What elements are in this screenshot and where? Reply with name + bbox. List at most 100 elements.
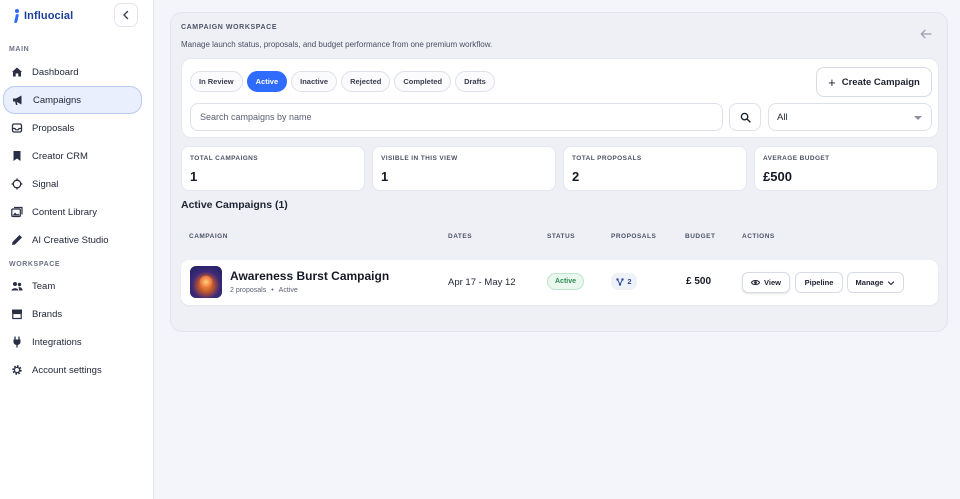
campaign-budget: £ 500: [686, 276, 712, 287]
stat-value: 1: [381, 169, 389, 184]
filter-card: In Review Active Inactive Rejected Compl…: [181, 58, 939, 138]
gallery-icon: [11, 206, 23, 218]
sidebar-item-label: Proposals: [32, 122, 75, 134]
campaign-dates: Apr 17 - May 12: [448, 277, 516, 288]
column-header-dates: DATES: [448, 233, 473, 240]
pen-icon: [11, 234, 23, 246]
status-tabs: In Review Active Inactive Rejected Compl…: [190, 71, 495, 92]
brand-logo[interactable]: Influocial: [14, 8, 73, 24]
manage-button[interactable]: Manage: [847, 272, 904, 293]
home-icon: [11, 66, 23, 78]
sidebar-item-content-library[interactable]: Content Library: [3, 198, 142, 226]
view-button[interactable]: View: [742, 272, 790, 293]
sidebar-item-ai-creative-studio[interactable]: AI Creative Studio: [3, 226, 142, 254]
chevron-left-icon: [123, 10, 129, 20]
stat-label: TOTAL PROPOSALS: [572, 155, 642, 162]
stat-value: 1: [190, 169, 198, 184]
gear-icon: [11, 364, 23, 376]
sidebar-item-campaigns[interactable]: Campaigns: [3, 86, 142, 114]
campaign-workspace-panel: CAMPAIGN WORKSPACE Manage launch status,…: [170, 12, 948, 332]
brand-mark-icon: [14, 9, 20, 23]
search-icon: [740, 112, 751, 123]
sidebar-item-integrations[interactable]: Integrations: [3, 328, 142, 356]
stat-label: VISIBLE IN THIS VIEW: [381, 155, 458, 162]
sidebar-item-label: AI Creative Studio: [32, 234, 109, 246]
plus-icon: +: [828, 74, 836, 90]
stat-card-visible-in-view: VISIBLE IN THIS VIEW 1: [372, 146, 556, 191]
megaphone-icon: [12, 94, 24, 106]
stat-label: AVERAGE BUDGET: [763, 155, 830, 162]
sidebar-item-creator-crm[interactable]: Creator CRM: [3, 142, 142, 170]
collapse-sidebar-button[interactable]: [114, 3, 138, 27]
tab-rejected[interactable]: Rejected: [341, 71, 391, 92]
sidebar-item-label: Signal: [32, 178, 59, 190]
column-header-proposals: PROPOSALS: [611, 233, 657, 240]
sidebar-item-label: Integrations: [32, 336, 82, 348]
page-title: CAMPAIGN WORKSPACE: [181, 24, 278, 31]
sidebar-item-proposals[interactable]: Proposals: [3, 114, 142, 142]
active-campaigns-heading: Active Campaigns (1): [181, 199, 288, 211]
crosshair-icon: [11, 178, 23, 190]
stat-card-total-proposals: TOTAL PROPOSALS 2: [563, 146, 747, 191]
section-label-workspace: WORKSPACE: [9, 261, 61, 268]
tab-in-review[interactable]: In Review: [190, 71, 243, 92]
stat-card-total-campaigns: TOTAL CAMPAIGNS 1: [181, 146, 365, 191]
status-badge: Active: [547, 273, 585, 290]
sidebar: Influocial MAIN Dashboard Campaigns Prop…: [0, 0, 154, 499]
eye-icon: [751, 279, 761, 286]
arrow-left-icon[interactable]: [919, 27, 933, 41]
search-input[interactable]: [190, 103, 723, 131]
create-campaign-label: Create Campaign: [841, 76, 920, 88]
tab-completed[interactable]: Completed: [394, 71, 452, 92]
sidebar-item-signal[interactable]: Signal: [3, 170, 142, 198]
store-icon: [11, 308, 23, 320]
stat-label: TOTAL CAMPAIGNS: [190, 155, 258, 162]
chevron-down-icon: [888, 280, 895, 285]
column-header-campaign: CAMPAIGN: [189, 233, 228, 240]
page-subtitle: Manage launch status, proposals, and bud…: [181, 40, 493, 49]
proposals-badge: 2: [611, 273, 637, 290]
sidebar-item-label: Creator CRM: [32, 150, 88, 162]
table-row[interactable]: Awareness Burst Campaign 2 proposals • A…: [181, 260, 938, 305]
view-button-label: View: [764, 278, 781, 287]
branch-icon: [616, 277, 625, 286]
sidebar-item-label: Account settings: [32, 364, 102, 376]
proposals-count: 2: [627, 277, 632, 286]
plug-icon: [11, 336, 23, 348]
sidebar-item-team[interactable]: Team: [3, 272, 142, 300]
tab-inactive[interactable]: Inactive: [291, 71, 338, 92]
stat-card-average-budget: AVERAGE BUDGET £500: [754, 146, 938, 191]
sidebar-item-label: Dashboard: [32, 66, 79, 78]
campaign-meta: 2 proposals • Active: [230, 287, 298, 294]
status-filter-value: All: [777, 111, 788, 123]
tab-active[interactable]: Active: [246, 71, 288, 92]
campaign-meta-status: Active: [278, 287, 298, 294]
pipeline-button[interactable]: Pipeline: [795, 272, 843, 293]
campaign-meta-proposals: 2 proposals: [230, 287, 267, 294]
sidebar-item-account-settings[interactable]: Account settings: [3, 356, 142, 384]
sidebar-item-dashboard[interactable]: Dashboard: [3, 58, 142, 86]
column-header-actions: ACTIONS: [742, 233, 775, 240]
stat-value: £500: [763, 169, 792, 184]
brand-name: Influocial: [24, 10, 74, 22]
users-icon: [11, 280, 23, 292]
create-campaign-button[interactable]: + Create Campaign: [816, 67, 932, 97]
sidebar-item-label: Content Library: [32, 206, 97, 218]
sidebar-item-brands[interactable]: Brands: [3, 300, 142, 328]
stat-value: 2: [572, 169, 580, 184]
campaign-thumbnail: [190, 266, 222, 298]
campaign-name[interactable]: Awareness Burst Campaign: [230, 269, 389, 283]
sidebar-item-label: Team: [32, 280, 56, 292]
campaign-meta-separator: •: [271, 287, 274, 294]
sidebar-item-label: Brands: [32, 308, 63, 320]
column-header-status: STATUS: [547, 233, 576, 240]
section-label-main: MAIN: [9, 46, 30, 53]
search-button[interactable]: [729, 103, 761, 131]
sidebar-item-label: Campaigns: [33, 94, 82, 106]
manage-button-label: Manage: [855, 278, 884, 287]
status-filter-select[interactable]: All: [768, 103, 932, 131]
tab-drafts[interactable]: Drafts: [455, 71, 495, 92]
chevron-down-icon: [914, 116, 922, 120]
column-header-budget: BUDGET: [685, 233, 716, 240]
inbox-icon: [11, 122, 23, 134]
